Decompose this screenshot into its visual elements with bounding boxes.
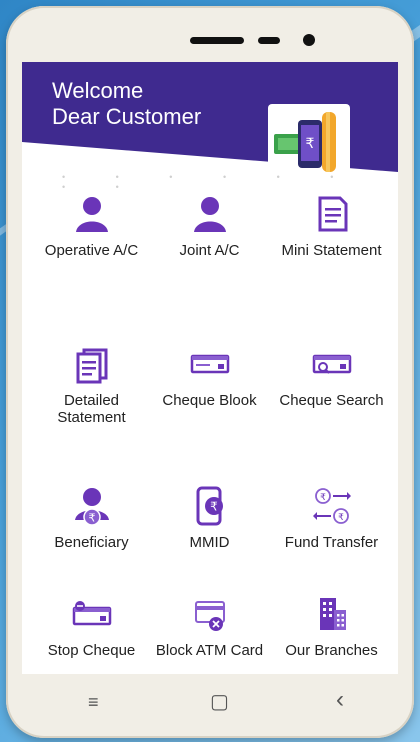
menu-label: Fund Transfer <box>284 534 379 551</box>
svg-text:₹: ₹ <box>210 500 218 514</box>
transfer-icon: ₹ ₹ <box>312 488 351 524</box>
menu-grid: Operative A/C Joint A/C Mini Statement D… <box>22 62 398 674</box>
building-icon <box>319 598 346 630</box>
statement-icon <box>76 348 107 384</box>
menu-our-branches[interactable]: Our Branches <box>269 594 394 659</box>
svg-text:₹: ₹ <box>88 512 95 525</box>
user-icon <box>75 197 108 232</box>
menu-joint-ac[interactable]: Joint A/C <box>147 194 272 259</box>
menu-operative-ac[interactable]: Operative A/C <box>29 194 154 259</box>
document-icon <box>318 196 347 232</box>
menu-label: Cheque Search <box>279 392 384 409</box>
menu-label: Cheque Blook <box>162 392 257 409</box>
cheque-icon <box>190 354 229 374</box>
svg-text:₹: ₹ <box>320 493 326 503</box>
menu-label: Beneficiary <box>54 534 129 551</box>
menu-label: Our Branches <box>285 642 378 659</box>
menu-detailed-statement[interactable]: Detailed Statement <box>29 344 154 426</box>
menu-mmid[interactable]: ₹ MMID <box>147 486 272 551</box>
menu-label: Stop Cheque <box>47 642 136 659</box>
menu-block-atm-card[interactable]: Block ATM Card <box>147 594 272 659</box>
mobile-rupee-icon: ₹ <box>196 486 223 526</box>
menu-cheque-book[interactable]: Cheque Blook <box>147 344 272 409</box>
menu-label: Mini Statement <box>281 242 382 259</box>
svg-text:₹: ₹ <box>338 513 344 523</box>
menu-beneficiary[interactable]: ₹ Beneficiary <box>29 486 154 551</box>
cheque-search-icon <box>312 354 351 374</box>
stop-cheque-icon <box>72 601 111 626</box>
back-nav-button[interactable]: ‹ <box>336 686 344 714</box>
menu-label: Block ATM Card <box>155 642 264 659</box>
beneficiary-icon: ₹ <box>74 488 109 526</box>
menu-stop-cheque[interactable]: Stop Cheque <box>29 594 154 659</box>
menu-label: MMID <box>189 534 230 551</box>
menu-label: Operative A/C <box>44 242 139 259</box>
home-nav-button[interactable]: ▢ <box>210 689 229 714</box>
menu-fund-transfer[interactable]: ₹ ₹ Fund Transfer <box>269 486 394 551</box>
menu-mini-statement[interactable]: Mini Statement <box>269 194 394 259</box>
menu-label: Joint A/C <box>179 242 240 259</box>
speaker <box>190 37 244 44</box>
sensor <box>258 37 280 44</box>
block-card-icon <box>194 601 225 631</box>
app-screen: Welcome Dear Customer ₹ • • • • • • • • … <box>22 62 398 674</box>
front-camera <box>303 34 315 46</box>
menu-nav-button[interactable]: ≡ <box>88 692 99 713</box>
menu-label: Detailed Statement <box>57 392 126 426</box>
menu-cheque-search[interactable]: Cheque Search <box>269 344 394 409</box>
system-nav-bar: ≡ ▢ ‹ <box>22 674 398 734</box>
user-icon <box>193 197 226 232</box>
